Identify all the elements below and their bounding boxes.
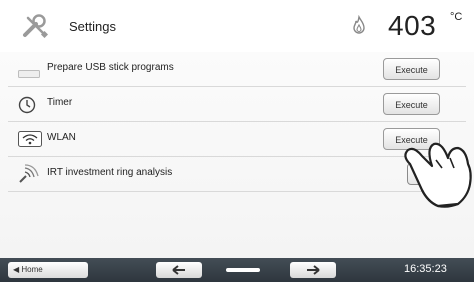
home-label: Home: [21, 265, 43, 274]
row-label: Prepare USB stick programs: [47, 62, 174, 73]
usb-stick-icon: [18, 65, 40, 83]
flame-icon: [352, 14, 366, 40]
home-button[interactable]: ◀ Home: [8, 262, 88, 278]
clock-icon: [18, 96, 36, 119]
row-label: Timer: [47, 97, 73, 108]
temperature-unit: °C: [450, 11, 463, 23]
arrow-left-icon: ◀: [13, 265, 20, 274]
row-label: WLAN: [47, 132, 76, 143]
bottom-bar: ◀ Home 16:35:23: [0, 258, 474, 282]
clock-time: 16:35:23: [404, 263, 447, 275]
temperature-readout: 403: [388, 10, 437, 41]
back-button[interactable]: [156, 262, 202, 278]
execute-usb-button[interactable]: Execute: [383, 58, 440, 80]
header-bar: Settings 403 °C: [0, 0, 474, 52]
row-timer: Timer Execute: [8, 87, 466, 122]
row-usb-programs: Prepare USB stick programs Execute: [8, 52, 466, 87]
scrollbar-icon[interactable]: [226, 268, 260, 272]
forward-button[interactable]: [290, 262, 336, 278]
row-label: IRT investment ring analysis: [47, 167, 173, 178]
irt-sensor-icon: [18, 164, 40, 189]
execute-timer-button[interactable]: Execute: [383, 93, 440, 115]
wrench-screwdriver-icon: [22, 14, 49, 43]
pointing-hand-icon: [398, 128, 474, 213]
page-title: Settings: [69, 19, 116, 34]
wifi-icon: [18, 131, 42, 152]
